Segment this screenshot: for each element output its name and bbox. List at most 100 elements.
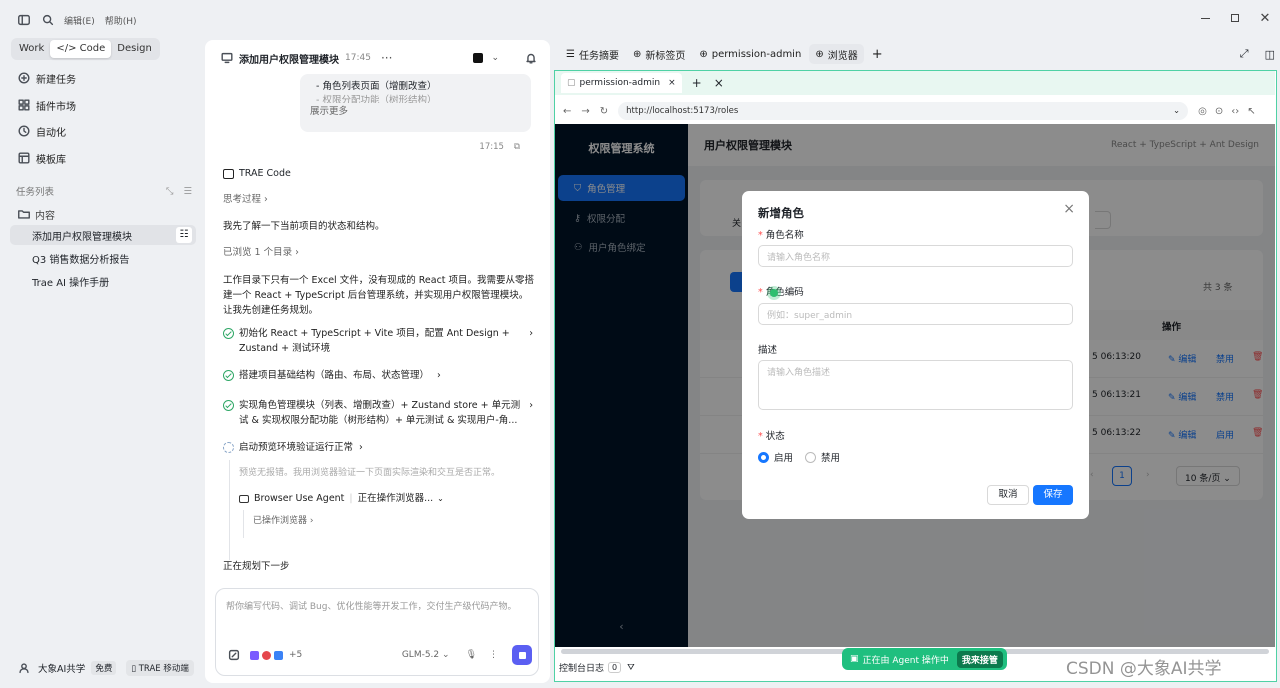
close-icon[interactable]: × [714, 76, 724, 90]
tab-permission-admin[interactable]: ⊕ permission-admin [693, 44, 807, 64]
show-more-link[interactable]: 展示更多 [310, 105, 515, 119]
clock-icon [16, 123, 32, 139]
nav-new-task[interactable]: 新建任务 [16, 68, 76, 88]
plugin-app-icon[interactable] [262, 650, 271, 660]
page-icon: ▢ [567, 78, 576, 88]
devtools-icon[interactable]: ⊙ [1215, 106, 1223, 117]
nav-automation[interactable]: 自动化 [16, 121, 66, 141]
agent-tool-row[interactable]: Browser Use Agent | 正在操作浏览器... ⌄ [239, 491, 444, 506]
collapse-icon[interactable]: ⤡ [166, 186, 174, 197]
role-code-input[interactable]: 例如：super_admin [758, 303, 1073, 325]
console-count: 0 [608, 662, 622, 673]
radio-disabled[interactable] [805, 451, 817, 463]
analysis-text: 工作目录下只有一个 Excel 文件，没有现成的 React 项目。我需要从零搭… [223, 275, 535, 316]
plugin-app-icon[interactable] [274, 650, 283, 660]
task-list-header: 任务列表 ⤡ ☰ [16, 184, 192, 199]
tab-label: permission-admin [711, 48, 802, 60]
takeover-button[interactable]: 我来接管 [956, 650, 1003, 668]
search-icon[interactable] [40, 12, 56, 28]
tab-new-tab[interactable]: ⊕ 新标签页 [627, 44, 691, 64]
mobile-button[interactable]: ▯ TRAE 移动端 [126, 660, 194, 676]
sub-action[interactable]: 已操作浏览器 › [253, 514, 313, 529]
add-tab-button[interactable]: + [866, 44, 889, 64]
expand-icon[interactable]: ⤢ [1240, 47, 1249, 61]
tab-summary[interactable]: ☰ 任务摘要 [560, 44, 625, 64]
nav-label: 模板库 [36, 154, 66, 166]
task-list-title: 任务列表 [16, 187, 55, 198]
task-item[interactable]: Q3 销售数据分析报告 [10, 248, 196, 268]
code-icon[interactable]: ‹› [1231, 106, 1239, 117]
voice-wave-icon[interactable]: ⋮ [489, 650, 498, 660]
radio-enabled[interactable] [758, 451, 769, 463]
step-item[interactable]: 搭建项目基础结构（路由、布局、状态管理） › [223, 368, 441, 383]
task-item[interactable]: Trae AI 操作手册 [10, 271, 196, 291]
screenshot-icon[interactable]: ◎ [1198, 106, 1207, 117]
new-browser-tab-button[interactable]: + [692, 76, 702, 90]
step-item[interactable]: 初始化 React + TypeScript + Vite 项目，配置 Ant … [223, 326, 533, 356]
folder-row[interactable]: 内容 [16, 206, 55, 222]
close-tab-icon[interactable]: × [668, 78, 676, 88]
step-item[interactable]: 实现角色管理模块（列表、增删改查）+ Zustand store + 单元测试 … [223, 398, 533, 428]
nav-templates[interactable]: 模板库 [16, 148, 66, 168]
chevron-right-icon: › [359, 442, 363, 453]
step-item-running[interactable]: 启动预览环境验证运行正常 › [223, 440, 363, 455]
save-button[interactable]: 保存 [1033, 485, 1073, 505]
minimize-button[interactable] [1190, 0, 1220, 36]
radio-enabled-label[interactable]: 启用 [774, 450, 793, 464]
radio-disabled-label[interactable]: 禁用 [821, 450, 840, 464]
console-bar[interactable]: 控制台日志 0 ⛛ [559, 661, 635, 674]
model-picker[interactable]: GLM-5.2 ⌄ [402, 650, 450, 660]
filter-icon[interactable]: ⛛ [627, 663, 635, 673]
role-name-input[interactable]: 请输入角色名称 [758, 245, 1073, 267]
app-icon [473, 53, 484, 63]
mode-design[interactable]: Design [111, 40, 158, 58]
plugin-app-icon[interactable] [250, 650, 259, 660]
right-tabbar: ☰ 任务摘要 ⊕ 新标签页 ⊕ permission-admin ⊕ 浏览器 + ⤢ ◫ [560, 44, 1275, 64]
tab-label: 浏览器 [827, 50, 858, 62]
close-modal-icon[interactable]: × [1063, 201, 1075, 217]
restore-button[interactable] [1220, 0, 1250, 36]
browsed-toggle[interactable]: 已浏览 1 个目录 › [223, 245, 299, 260]
mic-icon[interactable]: 🎙 [466, 650, 477, 660]
role-desc-textarea[interactable]: 请输入角色描述 [758, 360, 1073, 410]
more-icon[interactable]: ··· [381, 51, 392, 65]
url-field[interactable]: http://localhost:5173/roles ⌄ [618, 102, 1189, 120]
close-window-button[interactable]: ✕ [1250, 0, 1280, 36]
stop-button[interactable] [512, 645, 532, 665]
status-label-text: 状态 [765, 431, 785, 442]
chat-time: 17:45 [345, 53, 371, 63]
reload-icon[interactable]: ↻ [600, 106, 608, 117]
user-name[interactable]: 大象AI共学 [38, 661, 85, 675]
app-viewport: 权限管理系统 ⛉ 角色管理 ⚷ 权限分配 ⚇ 用户角色绑定 ‹ 用户权限管理模块 Re… [555, 124, 1275, 647]
chevron-right-icon: › [529, 328, 533, 339]
modal-title: 新增角色 [758, 206, 804, 220]
attach-icon[interactable] [226, 647, 242, 663]
pointer-icon[interactable]: ↖ [1247, 106, 1255, 117]
browser-tab[interactable]: ▢ permission-admin × [561, 73, 682, 93]
task-outline-icon[interactable]: ☷ [176, 227, 192, 243]
spinner-icon [223, 442, 234, 453]
forward-icon[interactable]: → [581, 106, 589, 117]
thinking-toggle[interactable]: 思考过程 › [223, 192, 268, 207]
bell-icon[interactable] [523, 50, 539, 66]
folder-icon [16, 206, 32, 222]
task-item-active[interactable]: 添加用户权限管理模块 ☷ [10, 225, 196, 245]
back-icon[interactable]: ← [563, 106, 571, 117]
chat-input[interactable]: 帮你编写代码、调试 Bug、优化性能等开发工作，交付生产级代码产物。 [226, 599, 516, 612]
filter-icon[interactable]: ☰ [183, 186, 192, 197]
plugin-more-count[interactable]: +5 [289, 650, 302, 660]
model-select[interactable]: ⌄ [473, 53, 499, 63]
menu-help[interactable]: 帮助(H) [105, 14, 137, 27]
copy-icon[interactable]: ⧉ [514, 142, 520, 152]
menu-edit[interactable]: 编辑(E) [64, 14, 95, 27]
list-icon: ☰ [566, 48, 575, 60]
split-view-icon[interactable]: ◫ [1265, 48, 1275, 61]
cancel-button[interactable]: 取消 [987, 485, 1029, 505]
step-connector [229, 460, 230, 560]
mode-work[interactable]: Work [13, 40, 50, 58]
nav-plugin-market[interactable]: 插件市场 [16, 95, 76, 115]
sidebar-toggle-icon[interactable] [16, 12, 32, 28]
chat-panel: 添加用户权限管理模块 17:45 ··· ⌄ - 角色列表页面（增删改查） - … [205, 40, 550, 683]
mode-code[interactable]: </> Code [50, 40, 112, 58]
tab-browser[interactable]: ⊕ 浏览器 [809, 44, 864, 64]
